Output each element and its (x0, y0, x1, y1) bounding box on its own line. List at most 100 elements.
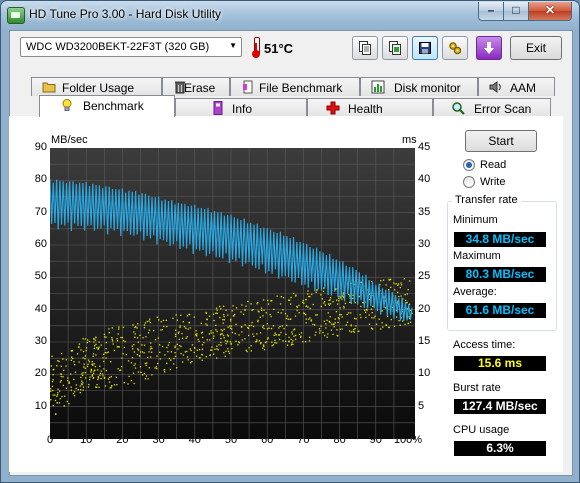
y-right-tick-label: 40 (418, 173, 431, 186)
access-time-point (178, 338, 180, 340)
access-time-point (272, 325, 274, 327)
copy-screenshot-button[interactable] (382, 36, 408, 60)
tab-disk-monitor[interactable]: Disk monitor (360, 77, 478, 96)
y-left-tick-label: 30 (34, 335, 47, 347)
access-time-point (384, 307, 387, 309)
access-time-point (251, 309, 253, 311)
access-time-point (193, 351, 195, 354)
access-time-point (273, 334, 275, 336)
title-bar[interactable]: HD Tune Pro 3.00 - Hard Disk Utility – □… (1, 1, 579, 29)
access-time-point (150, 356, 152, 358)
access-time-point (174, 346, 176, 349)
access-time-point (234, 332, 236, 335)
exit-button[interactable]: Exit (510, 36, 562, 60)
access-time-point (176, 343, 178, 346)
minimum-label: Minimum (453, 214, 498, 226)
tab-error-scan[interactable]: Error Scan (433, 98, 551, 117)
access-time-point (298, 312, 300, 314)
access-time-point (340, 314, 342, 316)
access-time-point (256, 303, 258, 305)
access-time-point (341, 298, 343, 300)
access-time-point (166, 362, 168, 364)
minimize-button[interactable]: – (478, 2, 504, 21)
tab-erase[interactable]: Erase (162, 77, 230, 96)
access-time-point (151, 374, 153, 376)
options-button[interactable] (442, 36, 468, 60)
access-time-point (398, 296, 400, 298)
access-time-point (360, 316, 362, 319)
read-radio[interactable] (463, 159, 475, 171)
access-time-point (112, 343, 114, 345)
access-time-point (88, 361, 91, 363)
access-time-point (238, 334, 240, 336)
access-time-point (151, 347, 153, 350)
access-time-point (327, 333, 329, 335)
tab-benchmark[interactable]: Benchmark (39, 95, 175, 117)
access-time-point (339, 314, 341, 316)
access-time-point (86, 365, 89, 368)
access-time-point (390, 278, 392, 281)
access-time-point (248, 325, 250, 327)
access-time-point (97, 348, 99, 350)
tab-file-benchmark[interactable]: File Benchmark (230, 77, 360, 96)
access-time-point (267, 303, 270, 305)
access-time-point (175, 314, 177, 316)
access-time-point (220, 341, 222, 344)
access-time-point (263, 299, 265, 301)
access-time-point (71, 356, 73, 358)
access-time-point (195, 330, 197, 332)
access-time-point (61, 352, 63, 355)
access-time-point (185, 337, 187, 339)
access-time-point (252, 333, 254, 335)
drive-select[interactable]: WDC WD3200BEKT-22F3T (320 GB) ▼ (20, 37, 242, 57)
access-time-point (279, 338, 281, 341)
access-time-point (224, 340, 227, 342)
tab-info[interactable]: Info (175, 98, 307, 117)
access-time-point (76, 353, 79, 355)
access-time-point (91, 375, 93, 377)
access-time-point (339, 307, 341, 309)
access-time-point (144, 322, 147, 324)
average-label: Average: (453, 286, 497, 298)
access-time-point (154, 367, 156, 369)
access-time-point (237, 344, 239, 346)
access-time-point (102, 357, 104, 359)
access-time-point (131, 357, 134, 359)
access-time-point (352, 330, 354, 333)
access-time-point (181, 337, 184, 339)
copy-text-button[interactable] (352, 36, 378, 60)
access-time-point (52, 389, 54, 392)
access-time-point (246, 350, 248, 353)
access-time-point (122, 353, 124, 355)
save-button[interactable] (412, 36, 438, 60)
y-left-tick-label: 50 (34, 270, 47, 283)
access-time-point (99, 365, 101, 367)
access-time-point (397, 283, 400, 285)
access-time-point (93, 347, 95, 349)
write-radio[interactable] (463, 176, 475, 188)
access-time-point (134, 336, 136, 338)
access-time-point (179, 325, 181, 327)
access-time-point (68, 403, 70, 405)
access-time-point (156, 316, 158, 318)
access-time-point (55, 413, 57, 415)
close-button[interactable]: ✕ (528, 2, 572, 21)
access-time-point (54, 399, 57, 402)
access-time-point (212, 332, 214, 334)
access-time-point (105, 348, 107, 350)
tab-health[interactable]: Health (307, 98, 433, 117)
tab-folder-usage[interactable]: Folder Usage (31, 77, 162, 96)
access-time-point (409, 321, 412, 323)
access-time-point (144, 362, 146, 365)
access-time-point (382, 326, 384, 328)
access-time-point (159, 358, 161, 360)
access-time-point (233, 315, 235, 317)
start-button[interactable]: Start (465, 130, 537, 152)
tab-aam[interactable]: AAM (478, 77, 555, 96)
access-time-point (257, 310, 259, 312)
maximize-button[interactable]: □ (503, 2, 529, 21)
access-time-point (256, 333, 258, 335)
access-time-point (245, 349, 247, 351)
access-time-point (252, 325, 255, 328)
download-button[interactable] (476, 36, 502, 60)
